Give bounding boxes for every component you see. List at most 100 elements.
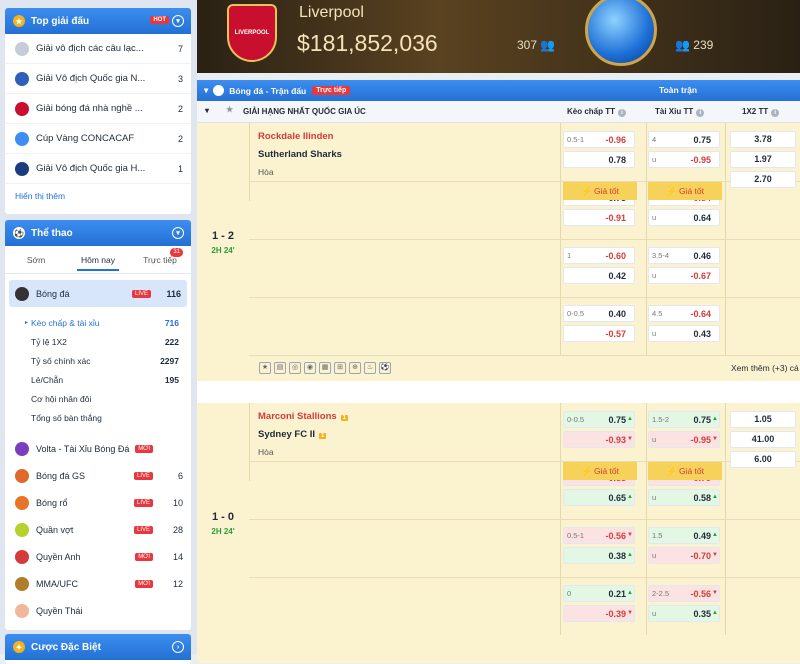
odds-cell[interactable]: 0.38 ▲ [563,547,635,564]
odds-cell[interactable]: u -0.67 [648,267,720,284]
league-item[interactable]: Cúp Vàng CONCACAF 2 [5,124,191,154]
league-header[interactable]: ▾ ★ GIẢI HẠNG NHẤT QUỐC GIA ÚC Kèo chấp … [197,101,800,123]
best-price-button[interactable]: ⚡ Giá tốt [563,182,637,200]
action-icon[interactable]: ⊞ [334,362,346,374]
odds-cell[interactable]: -0.91 [563,209,635,226]
sport-item[interactable]: Quyền Anh MỚI 14 [5,543,191,570]
sport-badge: MỚI [135,444,153,453]
market-item[interactable]: ▸ Kèo chấp & tài xỉu 716 [5,313,191,332]
league-item[interactable]: Giải Vô địch Quốc gia H... 1 [5,154,191,184]
x12-cell[interactable]: 6.00 [730,451,796,468]
x12-cell[interactable]: 3.78 [730,131,796,148]
odds-cell[interactable]: 2-2.5 -0.56 ▼ [648,585,720,602]
odds-cell[interactable]: 0-0.5 0.75 ▲ [563,411,635,428]
market-item[interactable]: Tỷ số chính xác 2297 [5,351,191,370]
best-price-button[interactable]: ⚡ Giá tốt [648,462,722,480]
odds-cell[interactable]: -0.57 [563,325,635,342]
sport-item[interactable]: Bóng đá GS LIVE 6 [5,462,191,489]
odds-cell[interactable]: 4 0.75 [648,131,720,148]
sports-header[interactable]: ⚽ Thể thao ▾ [5,220,191,246]
show-more-link[interactable]: Hiển thị thêm [5,184,191,208]
sport-item[interactable]: Volta - Tài Xỉu Bóng Đá MỚI [5,435,191,462]
odds-cell[interactable]: 0.78 [563,151,635,168]
odds-cell[interactable]: 0.5-1 -0.56 ▼ [563,527,635,544]
arrow-up-icon: ▲ [712,532,718,538]
odds-cell[interactable]: 3.5-4 0.46 [648,247,720,264]
odds-line: u [652,155,657,164]
action-icon[interactable]: ♨ [364,362,376,374]
special-bets-header[interactable]: ✦ Cược Đặc Biệt › [5,634,191,660]
market-item[interactable]: Cơ hội nhân đôi [5,389,191,408]
odds-cell[interactable]: 1.5-2 0.75 ▲ [648,411,720,428]
home-team[interactable]: Marconi Stallions 1 [258,411,348,422]
x12-cell[interactable]: 2.70 [730,171,796,188]
action-icon[interactable]: ▦ [319,362,331,374]
odds-cell[interactable]: u 0.35 ▲ [648,605,720,622]
chevron-down-icon[interactable]: ▾ [204,85,208,96]
sport-item[interactable]: Quần vợt LIVE 28 [5,516,191,543]
sport-item[interactable]: Quyền Thái [5,597,191,624]
odds-cell[interactable]: -0.39 ▼ [563,605,635,622]
action-icon[interactable]: ◉ [304,362,316,374]
action-icon[interactable]: ★ [259,362,271,374]
market-item[interactable]: Tỷ lệ 1X2 222 [5,332,191,351]
info-icon[interactable]: i [771,109,780,117]
x12-cell[interactable]: 1.05 [730,411,796,428]
score-value: 1 - 2 [211,230,234,242]
x12-cell[interactable]: 1.97 [730,151,796,168]
odds-cell[interactable]: 0.65 ▲ [563,489,635,506]
best-price-button[interactable]: ⚡ Giá tốt [563,462,637,480]
away-team[interactable]: Sutherland Sharks [258,149,342,160]
draw-label: Hòa [258,447,274,457]
home-team[interactable]: Rockdale Ilinden [258,131,334,142]
odds-cell[interactable]: u -0.70 ▼ [648,547,720,564]
odds-cell[interactable]: 4.5 -0.64 [648,305,720,322]
star-icon[interactable]: ★ [226,105,233,114]
odds-cell[interactable]: 0-0.5 0.40 [563,305,635,322]
chevron-down-icon[interactable]: › [172,641,184,653]
sport-item-football[interactable]: Bóng đá LIVE 116 [9,280,187,307]
odds-cell[interactable]: u 0.64 [648,209,720,226]
left-count-value: 307 [517,38,538,52]
league-flag-icon [15,131,29,146]
action-icon[interactable]: ▤ [274,362,286,374]
league-item[interactable]: Giải bóng đá nhà nghề ... 2 [5,94,191,124]
odds-cell[interactable]: u 0.43 [648,325,720,342]
chevron-down-icon[interactable]: ▾ [172,15,184,27]
tab-today[interactable]: Hôm nay [67,246,129,274]
market-item[interactable]: Lẻ/Chẵn 195 [5,370,191,389]
sport-badge: LIVE [133,498,153,507]
odds-cell[interactable]: u 0.58 ▲ [648,489,720,506]
odds-cell[interactable]: 0.5-1 -0.96 [563,131,635,148]
odds-line: 0 [567,589,572,598]
odds-cell[interactable]: 1 -0.60 [563,247,635,264]
info-icon[interactable]: i [696,109,705,117]
sport-item[interactable]: Bóng rổ LIVE 10 [5,489,191,516]
top-leagues-header[interactable]: ★ Top giải đấu HOT ▾ [5,8,191,34]
action-icon[interactable]: ⚽ [379,362,391,374]
market-item[interactable]: Tổng số bàn thắng [5,408,191,427]
action-icon[interactable]: ◎ [289,362,301,374]
chevron-down-icon[interactable]: ▾ [172,227,184,239]
odds-cell[interactable]: 1.5 0.49 ▲ [648,527,720,544]
odds-cell[interactable]: 0 0.21 ▲ [563,585,635,602]
tab-live[interactable]: Trực tiếp 31 [129,246,191,274]
odds-cell[interactable]: u -0.95 ▼ [648,431,720,448]
odds-cell[interactable]: 0.42 [563,267,635,284]
league-item[interactable]: Giải Vô địch Quốc gia N... 3 [5,64,191,94]
odds-cell[interactable]: u -0.95 [648,151,720,168]
league-count: 7 [177,43,183,54]
tab-early[interactable]: Sớm [5,246,67,274]
chevron-down-icon[interactable]: ▾ [205,106,209,115]
sport-item[interactable]: MMA/UFC MỚI 12 [5,570,191,597]
see-more-link[interactable]: Xem thêm (+3) cá [731,363,799,373]
away-team[interactable]: Sydney FC II 1 [258,429,327,440]
x12-cell[interactable]: 41.00 [730,431,796,448]
action-icon[interactable]: ⊕ [349,362,361,374]
jackpot-banner[interactable]: LIVERPOOL Liverpool $181,852,036 307 👥 👥… [197,0,800,73]
best-price-button[interactable]: ⚡ Giá tốt [648,182,722,200]
odds-cell[interactable]: -0.93 ▼ [563,431,635,448]
market-name: Lẻ/Chẵn [31,374,64,385]
league-item[interactable]: Giải vô địch các câu lạc... 7 [5,34,191,64]
info-icon[interactable]: i [618,109,627,117]
